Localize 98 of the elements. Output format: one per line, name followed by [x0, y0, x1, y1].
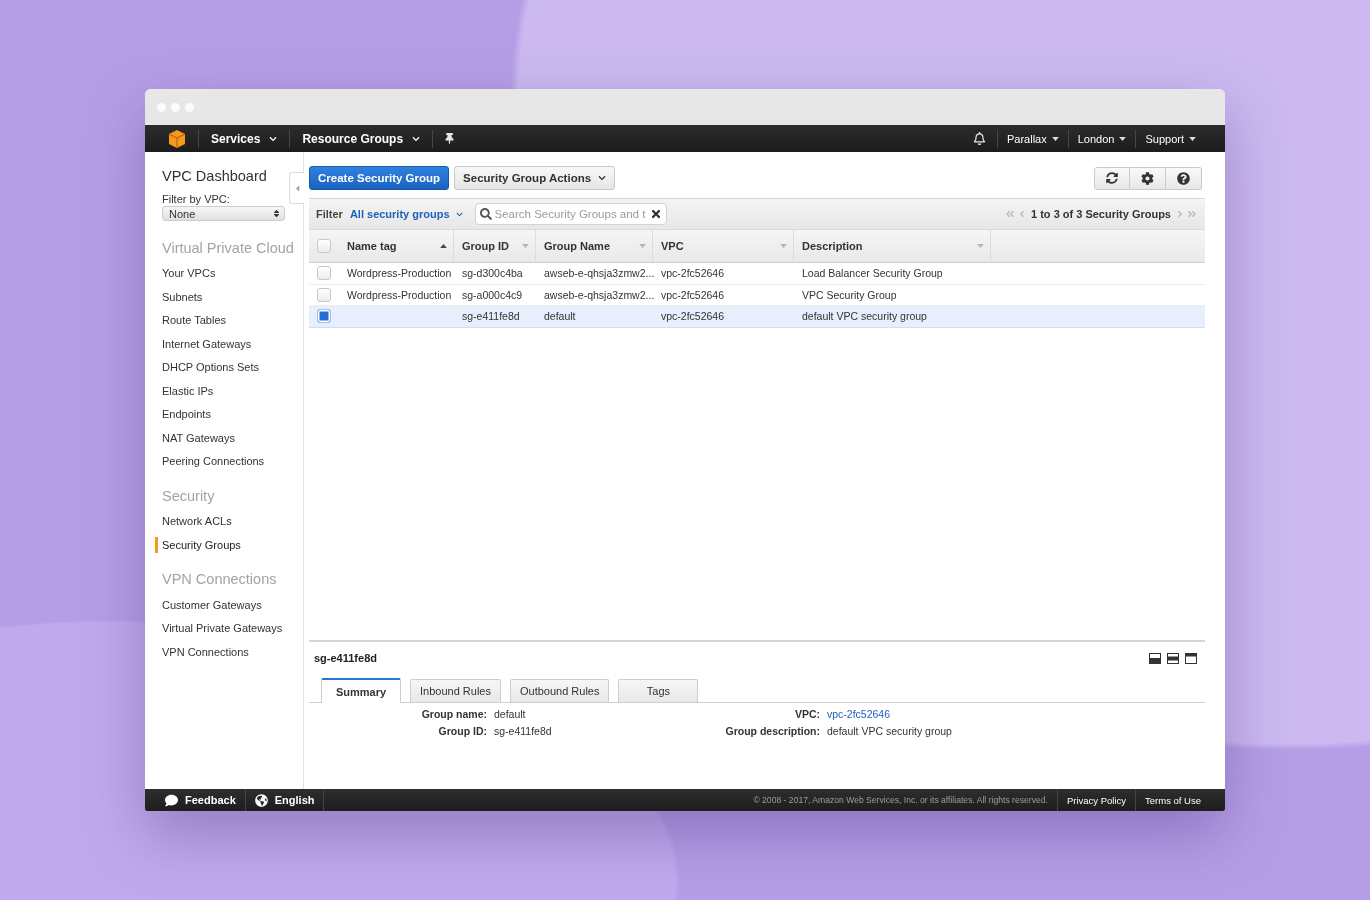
nav-menu[interactable]: Parallax [998, 125, 1068, 152]
field-label: Group description: [725, 724, 820, 737]
sidebar-item[interactable]: Subnets [155, 288, 203, 305]
table-cell-text: vpc-2fc52646 [660, 288, 726, 301]
table-cell-text: vpc-2fc52646 [660, 310, 726, 323]
pagination-text: 1 to 3 of 3 Security Groups [1031, 208, 1171, 220]
table-cell-text: Load Balancer Security Group [801, 267, 944, 280]
table-cell-text: awseb-e-qhsja3zmw2... [543, 288, 653, 301]
bell-icon [973, 132, 986, 145]
sidebar-item[interactable]: NAT Gateways [155, 429, 235, 446]
panel-layout-icon[interactable] [1149, 652, 1161, 664]
sidebar-item[interactable]: Internet Gateways [155, 335, 252, 352]
field-value: sg-e411fe8d [494, 724, 552, 737]
help-icon [1177, 171, 1190, 185]
table-cell-text: VPC Security Group [801, 288, 898, 301]
sidebar-item[interactable]: VPN Connections [155, 643, 249, 660]
sidebar-item[interactable]: Network ACLs [155, 513, 232, 529]
field-label: Group name: [421, 707, 487, 720]
details-title: sg-e411fe8d [314, 652, 377, 664]
field-link[interactable]: vpc-2fc52646 [827, 707, 891, 720]
tab[interactable]: Outbound Rules [509, 679, 610, 702]
field-label: VPC: [794, 707, 820, 720]
sidebar-item[interactable]: Route Tables [155, 312, 226, 328]
column-header[interactable]: Group ID [454, 230, 536, 262]
close-icon[interactable] [649, 208, 662, 220]
caret-down-icon [1189, 136, 1196, 141]
sidebar-item[interactable]: Elastic IPs [155, 382, 214, 399]
chevron-down-icon [269, 134, 278, 143]
select-all-checkbox[interactable] [317, 239, 331, 253]
row-checkbox[interactable] [317, 287, 331, 302]
caret-down-icon [1051, 136, 1059, 141]
nav-menu[interactable]: Support [1136, 125, 1205, 152]
panel-layout-icon[interactable] [1185, 652, 1197, 664]
sidebar-item[interactable]: Customer Gateways [155, 596, 262, 613]
panel-layout-icon[interactable] [1167, 652, 1179, 664]
speech-bubble-icon [165, 793, 178, 807]
row-checkbox[interactable] [317, 309, 331, 324]
tab[interactable]: Summary [321, 678, 401, 703]
field-label: Group ID: [438, 724, 487, 737]
copyright-text: © 2008 - 2017, Amazon Web Services, Inc. or its affiliates. All rights reserved. [753, 795, 1049, 805]
nav-menu[interactable]: London [1068, 125, 1136, 152]
search-icon [479, 208, 492, 220]
table-cell-text: Wordpress-Production [346, 267, 453, 280]
tab[interactable]: Tags [618, 679, 699, 702]
field-value: default VPC security group [827, 724, 952, 737]
create-security-group-button[interactable]: Create Security Group [309, 166, 450, 190]
filter-by-vpc-label: Filter by VPC: [162, 193, 231, 206]
table-row[interactable]: sg-e411fe8d default vpc-2fc52646 default VPC security group [309, 306, 1205, 328]
table-cell-text: sg-d300c4ba [461, 267, 524, 280]
search-field[interactable]: Search Security Groups and t [474, 203, 667, 225]
chevron-down-icon [412, 134, 421, 143]
table-cell-text: vpc-2fc52646 [660, 267, 726, 280]
column-header[interactable]: Name tag [339, 230, 454, 262]
footer-link[interactable]: Terms of Use [1136, 794, 1210, 806]
table-cell-text: sg-a000c4c9 [461, 288, 524, 301]
feedback-button[interactable]: Feedback [156, 789, 245, 811]
chevron-down-icon [455, 210, 463, 218]
pin-icon [444, 133, 456, 144]
nav-menu[interactable]: Resource Groups [290, 125, 433, 152]
updown-arrows-icon [272, 209, 281, 218]
help-button[interactable] [1166, 166, 1202, 190]
language-button[interactable]: English [245, 789, 324, 811]
sidebar-item[interactable]: Peering Connections [155, 453, 265, 469]
sidebar-title: VPC Dashboard [162, 167, 268, 185]
settings-button[interactable] [1130, 166, 1166, 190]
field-value: default [494, 707, 526, 720]
globe-icon [254, 793, 268, 807]
section-heading: Security [162, 486, 216, 506]
sidebar-item[interactable]: Your VPCs [155, 265, 216, 281]
column-header[interactable]: Description [794, 230, 991, 262]
section-heading: VPN Connections [162, 570, 278, 589]
column-header[interactable]: VPC [653, 230, 794, 262]
sidebar-item[interactable]: DHCP Options Sets [155, 359, 259, 375]
settings-icon [1141, 171, 1154, 185]
security-group-actions-button[interactable]: Security Group Actions [454, 166, 616, 190]
table-cell-text: default [543, 310, 577, 323]
sidebar-item[interactable]: Security Groups [155, 536, 241, 553]
table-cell-text: sg-e411fe8d [461, 310, 521, 323]
filter-label: Filter [316, 208, 343, 220]
tab[interactable]: Inbound Rules [410, 679, 501, 702]
row-checkbox[interactable] [317, 266, 331, 281]
nav-menu[interactable]: Services [199, 125, 290, 152]
table-cell-text: default VPC security group [801, 310, 928, 323]
footer-link[interactable]: Privacy Policy [1057, 794, 1136, 806]
table-cell-text: Wordpress-Production [346, 288, 453, 301]
refresh-button[interactable] [1094, 166, 1130, 190]
sidebar-item[interactable]: Endpoints [155, 406, 211, 422]
refresh-icon [1106, 172, 1118, 184]
vpc-select[interactable]: None [162, 206, 285, 221]
sidebar-item[interactable]: Virtual Private Gateways [155, 620, 283, 636]
column-header[interactable]: Group Name [536, 230, 653, 262]
table-row[interactable]: Wordpress-Production sg-d300c4ba awseb-e-qhsja3zmw2... vpc-2fc52646 Load Balancer Security Group [309, 263, 1205, 285]
table-cell-text: awseb-e-qhsja3zmw2... [543, 267, 653, 280]
section-heading: Virtual Private Cloud [162, 238, 295, 258]
chevron-down-icon [598, 174, 607, 182]
filter-dropdown[interactable]: All security groups [347, 208, 465, 220]
cube-logo-icon[interactable] [169, 129, 185, 148]
caret-down-icon [1119, 136, 1127, 141]
